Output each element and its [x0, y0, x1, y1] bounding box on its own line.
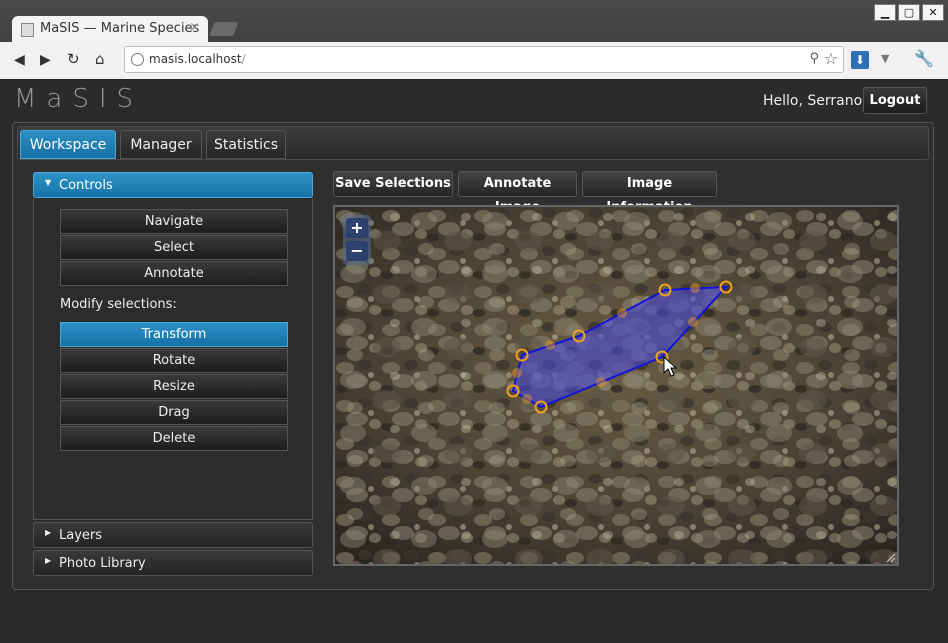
tab-title: MaSIS — Marine Species: [40, 21, 200, 36]
tab-workspace[interactable]: Workspace: [20, 130, 116, 159]
browser-chrome: MaSIS — Marine Species × ▁ ▢ ✕ ◀ ▶ ↻ ⌂ m…: [0, 0, 948, 80]
controls-panel: Navigate Select Annotate Modify selectio…: [33, 198, 313, 520]
resize-button[interactable]: Resize: [60, 374, 288, 399]
new-tab-button[interactable]: [209, 22, 239, 36]
annotate-button[interactable]: Annotate: [60, 261, 288, 286]
wrench-icon[interactable]: 🔧: [914, 49, 934, 68]
modify-selections-label: Modify selections:: [60, 297, 177, 312]
accordion-layers-header[interactable]: ▶ Layers: [33, 522, 313, 548]
accordion-label: Layers: [59, 528, 103, 543]
zoom-out-button[interactable]: −: [346, 241, 368, 261]
page-icon: [21, 23, 34, 37]
zoom-in-button[interactable]: +: [346, 218, 368, 238]
browser-toolbar: ◀ ▶ ↻ ⌂ masis.localhost/ ⚲ ☆ ⬇ ▼ 🔧: [0, 42, 948, 79]
download-icon[interactable]: ⬇: [851, 51, 869, 69]
accordion-label: Controls: [59, 178, 113, 193]
transform-button[interactable]: Transform: [60, 322, 288, 347]
bookmark-star-icon[interactable]: ☆: [824, 49, 838, 68]
logout-button[interactable]: Logout: [863, 87, 927, 114]
reload-icon[interactable]: ↻: [67, 50, 80, 68]
chevron-right-icon: ▶: [45, 556, 52, 565]
user-greeting: Hello, Serrano: [763, 93, 863, 109]
address-bar[interactable]: masis.localhost/ ⚲ ☆: [124, 46, 844, 73]
accordion-controls-header[interactable]: ▼ Controls: [33, 172, 313, 198]
globe-icon: [131, 53, 144, 66]
accordion-photo-library-header[interactable]: ▶ Photo Library: [33, 550, 313, 576]
drag-button[interactable]: Drag: [60, 400, 288, 425]
tab-manager[interactable]: Manager: [120, 130, 202, 159]
url-path: /: [241, 52, 246, 66]
seabed-photo: [335, 207, 897, 564]
maximize-button[interactable]: ▢: [898, 4, 920, 21]
zoom-control: + −: [343, 215, 371, 265]
back-icon[interactable]: ◀: [14, 52, 25, 68]
save-selections-button[interactable]: Save Selections: [333, 171, 453, 197]
forward-icon[interactable]: ▶: [40, 52, 51, 68]
main-tabs: Workspace Manager Statistics: [17, 126, 929, 160]
tab-statistics[interactable]: Statistics: [206, 130, 286, 159]
annotate-image-button[interactable]: Annotate Image: [458, 171, 577, 215]
select-button[interactable]: Select: [60, 235, 288, 260]
close-window-button[interactable]: ✕: [922, 4, 944, 21]
navigate-button[interactable]: Navigate: [60, 209, 288, 234]
accordion-label: Photo Library: [59, 556, 146, 571]
delete-button[interactable]: Delete: [60, 426, 288, 451]
app-logo: MaSIS: [14, 84, 144, 114]
image-viewer[interactable]: + −: [333, 205, 899, 566]
rotate-button[interactable]: Rotate: [60, 348, 288, 373]
lightbulb-icon[interactable]: ⚲: [809, 51, 819, 66]
workspace-panel: Workspace Manager Statistics ▼ Controls …: [12, 122, 934, 590]
minimize-button[interactable]: ▁: [874, 4, 896, 21]
url-host: masis.localhost: [149, 52, 242, 66]
chevron-down-icon: ▼: [45, 178, 52, 187]
window-controls: ▁ ▢ ✕: [874, 4, 944, 21]
chevron-down-icon[interactable]: ▼: [881, 52, 889, 65]
close-tab-icon[interactable]: ×: [189, 20, 200, 35]
chevron-right-icon: ▶: [45, 528, 52, 537]
home-icon[interactable]: ⌂: [95, 50, 105, 68]
browser-tab[interactable]: MaSIS — Marine Species ×: [12, 16, 208, 42]
image-information-button[interactable]: Image Information: [582, 171, 717, 215]
